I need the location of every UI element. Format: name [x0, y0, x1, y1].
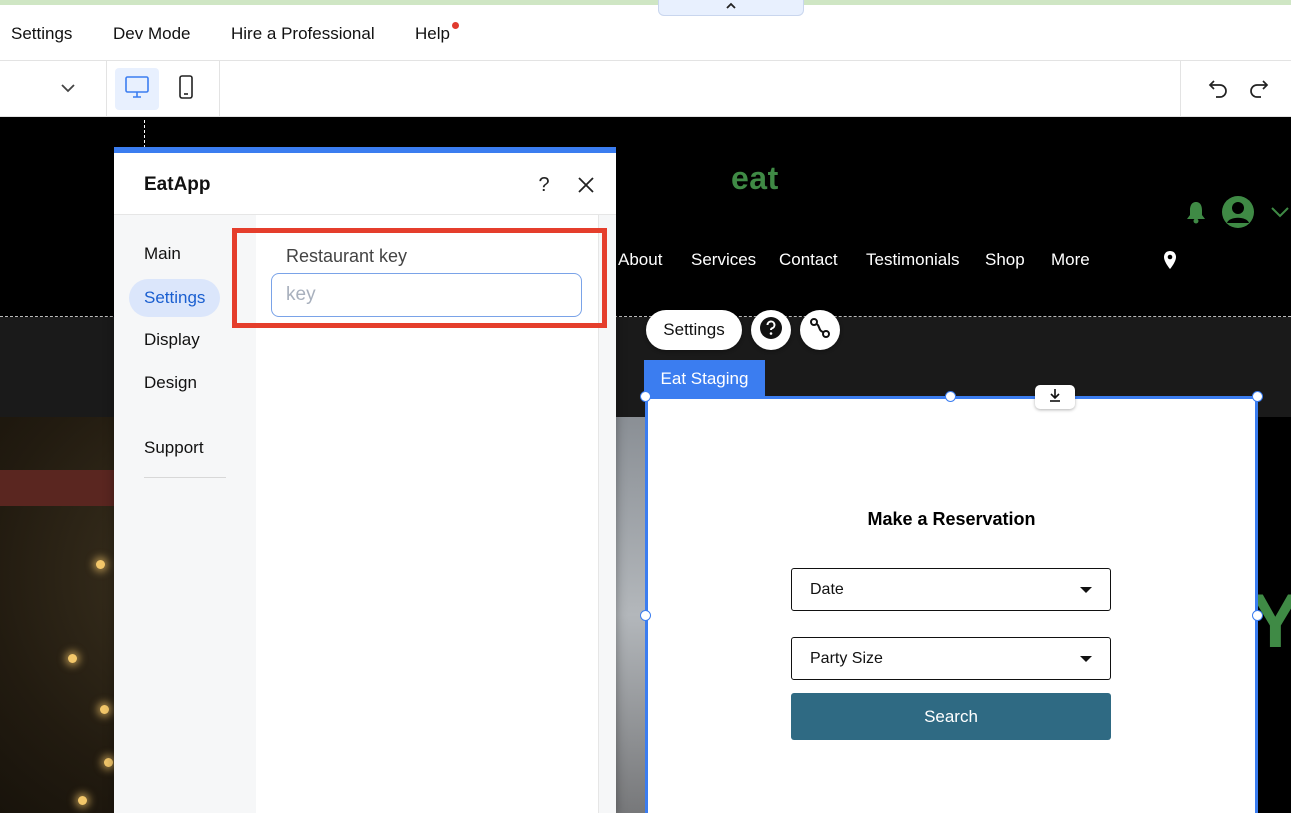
panel-help-icon[interactable]: ? — [534, 173, 554, 197]
toolbar-divider — [106, 61, 107, 117]
question-circle-icon — [759, 316, 783, 345]
panel-nav-divider — [144, 477, 226, 478]
reservation-title: Make a Reservation — [867, 509, 1036, 529]
panel-nav-design[interactable]: Design — [129, 364, 212, 402]
menu-settings[interactable]: Settings — [11, 24, 72, 44]
resize-handle[interactable] — [1252, 610, 1263, 621]
widget-settings-button[interactable]: Settings — [646, 310, 742, 350]
menu-dev-mode[interactable]: Dev Mode — [113, 24, 190, 44]
location-pin-icon[interactable] — [1163, 250, 1177, 275]
party-size-select-label: Party Size — [810, 649, 883, 667]
party-size-select[interactable]: Party Size — [791, 637, 1111, 680]
page-dropdown-button[interactable] — [50, 75, 86, 103]
desktop-icon — [124, 75, 150, 104]
panel-nav-display[interactable]: Display — [129, 321, 215, 359]
nav-shop[interactable]: Shop — [985, 250, 1025, 270]
chevron-down-icon[interactable] — [1270, 205, 1290, 223]
close-icon[interactable] — [574, 173, 598, 197]
redo-button[interactable] — [1243, 75, 1275, 105]
widget-download-tab[interactable] — [1035, 385, 1075, 409]
chevron-up-icon — [725, 0, 737, 14]
panel-nav-settings[interactable]: Settings — [129, 279, 221, 317]
notification-bell-icon[interactable] — [1185, 200, 1207, 229]
date-select[interactable]: Date — [791, 568, 1111, 611]
nav-services[interactable]: Services — [691, 250, 756, 270]
redo-icon — [1248, 78, 1270, 103]
photo-light — [96, 560, 105, 569]
photo-light — [68, 654, 77, 663]
photo-light — [100, 705, 109, 714]
menu-help[interactable]: Help — [415, 24, 450, 44]
nav-testimonials[interactable]: Testimonials — [866, 250, 960, 270]
caret-down-icon — [1080, 655, 1092, 662]
menu-hire-professional[interactable]: Hire a Professional — [231, 24, 375, 44]
panel-nav-support[interactable]: Support — [129, 429, 219, 467]
resize-handle[interactable] — [640, 391, 651, 402]
resize-handle[interactable] — [640, 610, 651, 621]
nav-contact[interactable]: Contact — [779, 250, 838, 270]
undo-icon — [1207, 78, 1229, 103]
nav-about[interactable]: About — [618, 250, 662, 270]
guide-line — [144, 120, 145, 148]
connect-icon — [808, 316, 832, 345]
nav-more[interactable]: More — [1051, 250, 1090, 270]
mobile-view-button[interactable] — [168, 68, 204, 110]
collapse-toolbar-tab[interactable] — [658, 0, 804, 16]
undo-button[interactable] — [1202, 75, 1234, 105]
widget-name-tag[interactable]: Eat Staging — [644, 360, 765, 397]
date-select-label: Date — [810, 580, 844, 598]
toolbar-divider — [219, 61, 220, 117]
mobile-icon — [178, 74, 194, 105]
highlight-annotation-box — [232, 228, 607, 328]
caret-down-icon — [1080, 586, 1092, 593]
toolbar-divider — [1180, 61, 1181, 117]
resize-handle[interactable] — [945, 391, 956, 402]
resize-handle[interactable] — [1252, 391, 1263, 402]
desktop-view-button[interactable] — [115, 68, 159, 110]
panel-header: EatApp ? — [114, 153, 616, 215]
panel-title: EatApp — [144, 174, 211, 195]
help-notification-dot — [452, 22, 459, 29]
hero-photo-awning — [0, 470, 120, 506]
widget-help-button[interactable] — [751, 310, 791, 350]
panel-nav-main[interactable]: Main — [129, 235, 196, 273]
widget-connect-button[interactable] — [800, 310, 840, 350]
user-avatar-icon[interactable] — [1221, 195, 1255, 234]
editor-toolbar — [0, 61, 1291, 117]
site-logo[interactable]: eat — [731, 160, 779, 197]
photo-light — [78, 796, 87, 805]
chevron-down-icon — [60, 80, 76, 98]
photo-light — [104, 758, 113, 767]
download-icon — [1048, 388, 1062, 407]
editor-menubar: Settings Dev Mode Hire a Professional He… — [0, 5, 1291, 61]
search-button[interactable]: Search — [791, 693, 1111, 740]
